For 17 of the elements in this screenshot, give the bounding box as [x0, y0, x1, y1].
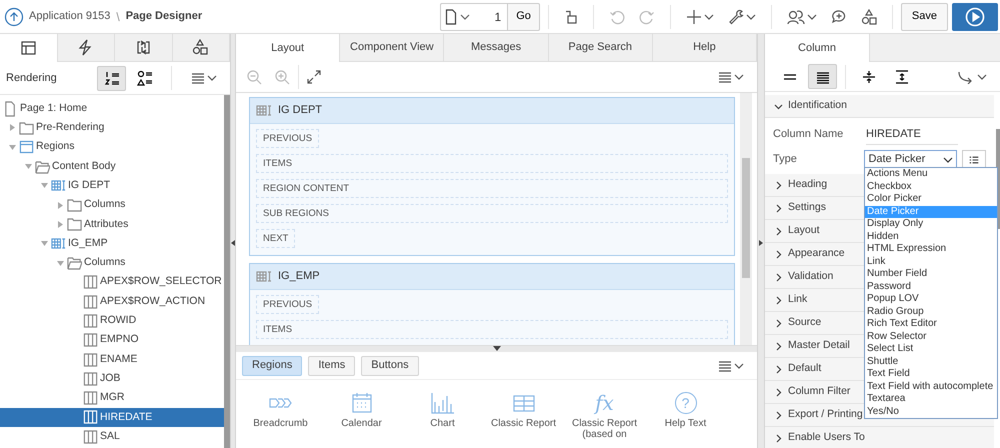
field-label: Column Name [773, 127, 844, 142]
drop-slot: ITEMS [256, 320, 728, 339]
drop-slot: PREVIOUS [256, 295, 320, 314]
region-title: IG_EMP [278, 269, 320, 284]
drop-slot: NEXT [256, 229, 296, 248]
drop-slot: PREVIOUS [256, 129, 320, 148]
breadcrumb-separator: \ [116, 8, 120, 26]
field-label: Type [773, 152, 798, 168]
drop-slot: SUB REGIONS [256, 204, 728, 223]
page-title: Page Designer [126, 9, 202, 24]
drop-slot: ITEMS [256, 154, 728, 173]
function-icon: fx [595, 392, 614, 414]
drop-slot: REGION CONTENT [256, 179, 728, 198]
field-value: HIREDATE [866, 124, 958, 146]
panel-title: Rendering [6, 70, 57, 86]
region-title: IG DEPT [278, 103, 322, 118]
help-icon: ? [674, 392, 696, 414]
